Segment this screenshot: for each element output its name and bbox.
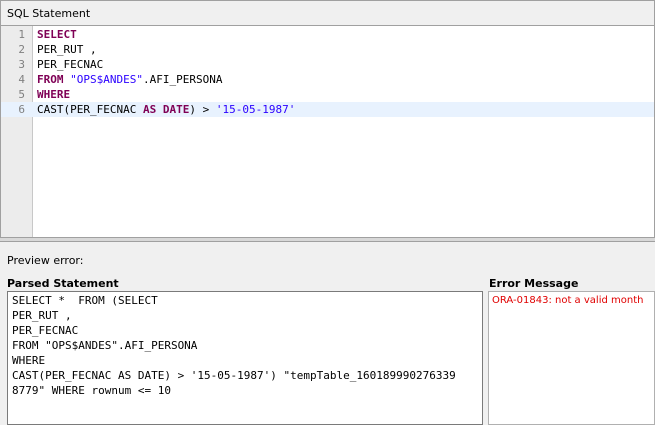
editor-line[interactable]: 6 CAST(PER_FECNAC AS DATE) > '15-05-1987' xyxy=(1,102,654,117)
error-message-text: ORA-01843: not a valid month xyxy=(492,295,644,306)
editor-line[interactable]: 5 WHERE xyxy=(1,87,654,102)
parsed-line: CAST(PER_FECNAC AS DATE) > '15-05-1987')… xyxy=(12,369,456,382)
sql-keyword: SELECT xyxy=(37,28,77,41)
error-message-label: Error Message xyxy=(489,277,579,290)
code-text: CAST(PER_FECNAC AS DATE) > '15-05-1987' xyxy=(37,102,295,117)
line-number: 5 xyxy=(18,88,25,101)
code-text: WHERE xyxy=(37,87,70,102)
code-text: FROM "OPS$ANDES".AFI_PERSONA xyxy=(37,72,222,87)
parsed-line: PER_RUT , xyxy=(12,309,72,322)
sql-keyword: AS xyxy=(142,103,157,116)
sql-editor[interactable]: 1 SELECT 2 PER_RUT , 3 PER_FECNAC 4 FROM "OPS$A… xyxy=(0,26,655,237)
preview-error-label: Preview error: xyxy=(7,254,84,267)
parsed-line: 8779" WHERE rownum <= 10 xyxy=(12,384,171,397)
parsed-line: FROM "OPS$ANDES".AFI_PERSONA xyxy=(12,339,198,352)
editor-line[interactable]: 1 SELECT xyxy=(1,27,654,42)
sql-token: .AFI_PERSONA xyxy=(142,73,223,86)
sql-keyword: FROM xyxy=(37,73,64,86)
editor-line[interactable]: 2 PER_RUT , xyxy=(1,42,654,57)
line-number: 2 xyxy=(18,43,25,56)
code-text: SELECT xyxy=(37,27,77,42)
parsed-line: WHERE xyxy=(12,354,46,367)
code-text: PER_RUT , xyxy=(37,42,97,57)
parsed-statement-text[interactable]: SELECT * FROM (SELECT PER_RUT , PER_FECNAC… xyxy=(7,291,483,425)
parsed-line: SELECT * FROM (SELECT xyxy=(12,294,158,307)
sql-token: PER_FECNAC xyxy=(37,58,104,71)
parsed-line: PER_FECNAC xyxy=(12,324,79,337)
sql-keyword: DATE xyxy=(162,103,190,116)
panel-title: SQL Statement xyxy=(7,7,91,20)
sql-token: ) > xyxy=(189,103,216,116)
sql-statement-header: SQL Statement xyxy=(0,0,655,26)
sql-token: CAST(PER_FECNAC xyxy=(37,103,143,116)
sql-string: "OPS$ANDES" xyxy=(70,73,143,86)
parsed-statement-label: Parsed Statement xyxy=(7,277,119,290)
line-number: 6 xyxy=(18,103,25,116)
sql-token: PER_RUT , xyxy=(37,43,97,56)
line-number: 3 xyxy=(18,58,25,71)
editor-line[interactable]: 3 PER_FECNAC xyxy=(1,57,654,72)
editor-line[interactable]: 4 FROM "OPS$ANDES".AFI_PERSONA xyxy=(1,72,654,87)
line-number: 4 xyxy=(18,73,25,86)
sql-string: '15-05-1987' xyxy=(215,103,296,116)
sql-keyword: WHERE xyxy=(37,88,71,101)
line-number: 1 xyxy=(18,28,25,41)
panel-splitter[interactable] xyxy=(0,237,655,242)
code-text: PER_FECNAC xyxy=(37,57,103,72)
error-message-box[interactable]: ORA-01843: not a valid month xyxy=(488,291,655,425)
